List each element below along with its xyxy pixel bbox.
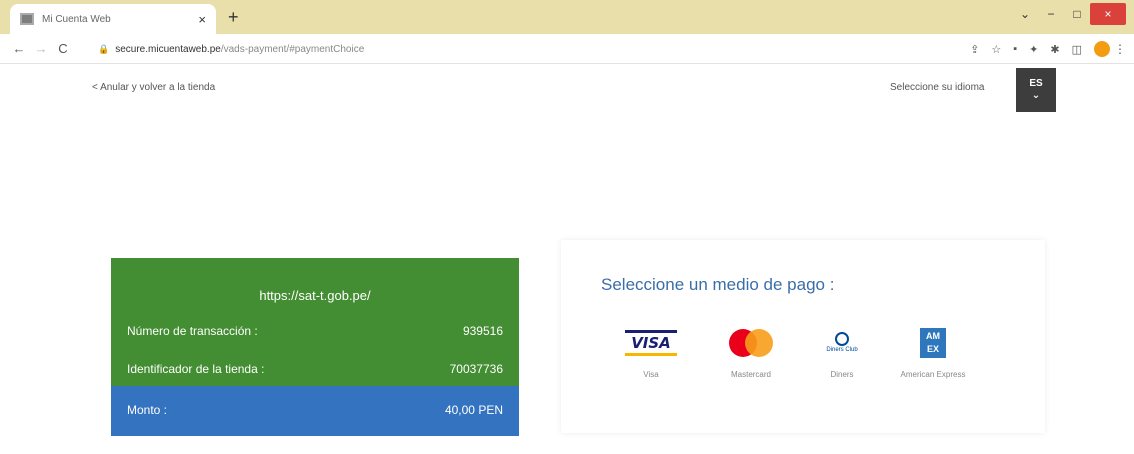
maximize-button[interactable]: □ [1064, 2, 1090, 26]
amex-button[interactable]: AM EX American Express [883, 326, 983, 388]
order-summary-card: https://sat-t.gob.pe/ Número de transacc… [111, 258, 519, 436]
amount-value: 40,00 PEN [444, 403, 503, 417]
transaction-value: 939516 [462, 324, 503, 338]
browser-tab[interactable]: Mi Cuenta Web × [10, 4, 216, 34]
cancel-return-link[interactable]: < Anular y volver a la tienda [92, 82, 215, 93]
minimize-button[interactable]: − [1038, 2, 1064, 26]
language-code: ES [1029, 78, 1043, 89]
mastercard-logo-icon [729, 326, 773, 360]
shop-url: https://sat-t.gob.pe/ [259, 288, 371, 303]
mastercard-button[interactable]: Mastercard [701, 326, 801, 388]
url-host: secure.micuentaweb.pe [115, 43, 221, 55]
star-icon[interactable]: ☆ [991, 43, 1001, 56]
diners-logo-icon: Diners Club [826, 326, 858, 360]
extension-icon[interactable]: ▪ [1013, 43, 1017, 55]
amount-row: Monto : 40,00 PEN [127, 403, 503, 417]
mastercard-label: Mastercard [730, 370, 771, 379]
language-label: Seleccione su idioma [890, 82, 985, 93]
language-selector[interactable]: ES ⌄ [1016, 68, 1056, 112]
visa-logo-icon: VISA [625, 326, 677, 360]
collapse-tabs-button[interactable]: ⌄ [1012, 2, 1038, 26]
visa-button[interactable]: VISA Visa [601, 326, 701, 388]
shop-id-row: Identificador de la tienda : 70037736 [127, 362, 503, 376]
new-tab-button[interactable]: + [228, 8, 239, 26]
browser-toolbar: ← → C 🔒 secure.micuentaweb.pe /vads-paym… [0, 34, 1134, 64]
tab-strip: Mi Cuenta Web × + ⌄ − □ × [0, 0, 1134, 34]
url-path: /vads-payment/#paymentChoice [220, 43, 365, 55]
diners-button[interactable]: Diners Club Diners [801, 326, 883, 388]
reload-icon[interactable]: C [52, 41, 74, 56]
amount-band: Monto : 40,00 PEN [111, 386, 519, 436]
visa-label: Visa [643, 370, 659, 379]
tab-close-button[interactable]: × [198, 12, 206, 27]
transaction-label: Número de transacción : [127, 324, 258, 338]
profile-avatar[interactable] [1094, 41, 1110, 57]
back-arrow-icon[interactable]: ← [8, 41, 30, 56]
amount-label: Monto : [127, 403, 168, 417]
payment-method-card: Seleccione un medio de pago : VISA Visa … [561, 240, 1045, 433]
shop-id-label: Identificador de la tienda : [127, 362, 265, 376]
extension-bar: ⇪ ☆ ▪ ✦ ✱ ◫ [970, 41, 1110, 57]
amex-logo-icon: AM EX [920, 326, 946, 360]
share-icon[interactable]: ⇪ [970, 43, 979, 56]
diners-label: Diners [830, 370, 854, 379]
transaction-row: Número de transacción : 939516 [127, 324, 503, 338]
window-close-button[interactable]: × [1090, 3, 1126, 25]
favicon-icon [20, 13, 34, 25]
amex-label: American Express [900, 370, 966, 379]
pin-icon[interactable]: ✱ [1050, 43, 1059, 56]
chevron-down-icon: ⌄ [1031, 90, 1041, 101]
tab-title: Mi Cuenta Web [42, 13, 111, 25]
forward-arrow-icon[interactable]: → [30, 41, 52, 56]
sidepanel-icon[interactable]: ◫ [1072, 43, 1082, 56]
window-controls: ⌄ − □ × [1012, 0, 1134, 28]
payment-title: Seleccione un medio de pago : [601, 275, 835, 294]
puzzle-icon[interactable]: ✦ [1029, 43, 1038, 56]
shop-id-value: 70037736 [449, 362, 503, 376]
address-bar[interactable]: 🔒 secure.micuentaweb.pe /vads-payment/#p… [98, 38, 908, 60]
lock-icon[interactable]: 🔒 [98, 44, 109, 55]
payment-method-list: VISA Visa Mastercard Diners Club Diners [601, 326, 983, 388]
more-icon[interactable]: ⋮ [1114, 42, 1126, 56]
